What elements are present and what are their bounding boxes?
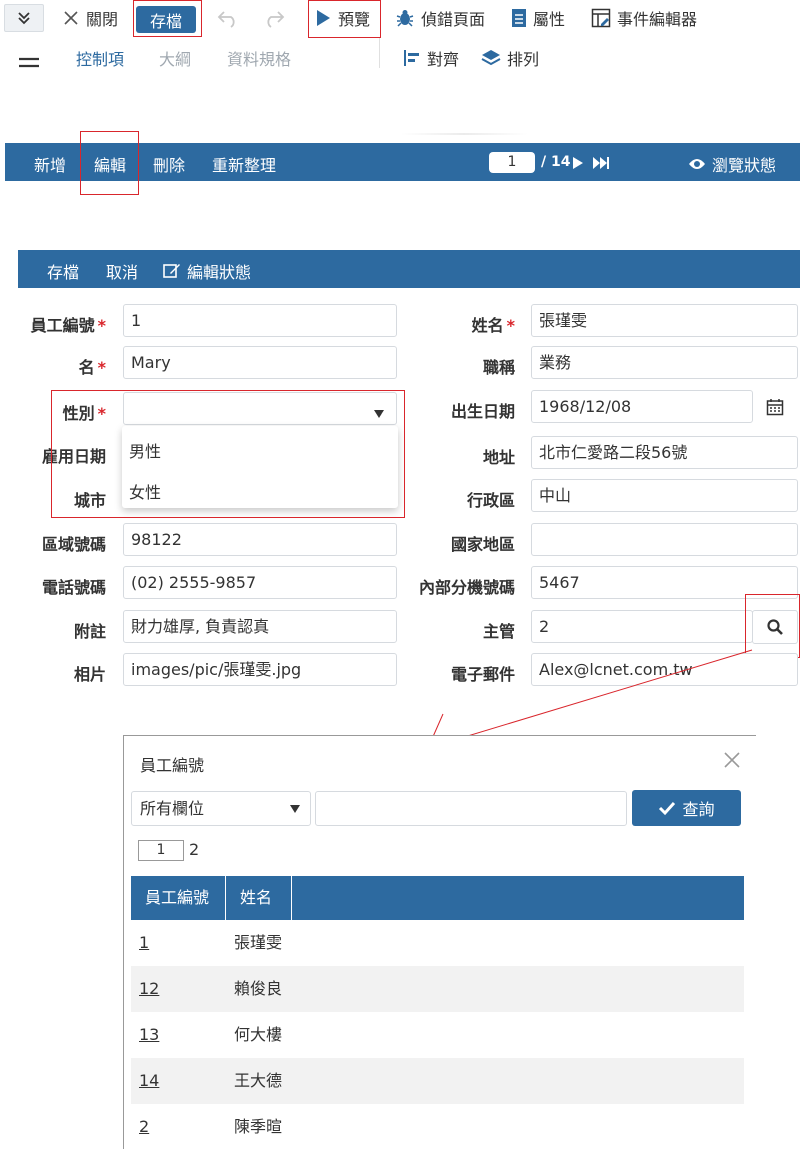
dialog-close-button[interactable] bbox=[722, 750, 744, 772]
row-name: 王大德 bbox=[234, 1071, 283, 1090]
column-header-name[interactable]: 姓名 bbox=[226, 876, 292, 920]
table-row[interactable]: 12 賴俊良 bbox=[131, 966, 744, 1012]
close-icon bbox=[724, 752, 740, 768]
dialog-page-input[interactable]: 1 bbox=[138, 840, 184, 861]
row-emp-id-link[interactable]: 13 bbox=[139, 1012, 159, 1058]
field-select-value: 所有欄位 bbox=[140, 799, 205, 818]
grid-header: 員工編號 姓名 bbox=[131, 876, 744, 920]
row-name: 陳季暄 bbox=[234, 1117, 283, 1136]
dialog-page-total[interactable]: 2 bbox=[189, 840, 199, 859]
field-select[interactable]: 所有欄位 bbox=[131, 791, 311, 826]
dialog-title: 員工編號 bbox=[140, 756, 205, 775]
query-label: 查詢 bbox=[682, 800, 715, 819]
row-emp-id-link[interactable]: 12 bbox=[139, 966, 159, 1012]
query-button[interactable]: 查詢 bbox=[632, 790, 741, 826]
dropdown-arrow-icon bbox=[290, 805, 300, 813]
row-name: 何大樓 bbox=[234, 1025, 283, 1044]
table-row[interactable]: 1 張瑾雯 bbox=[131, 920, 744, 966]
column-header-emp-id[interactable]: 員工編號 bbox=[131, 876, 226, 920]
table-row[interactable]: 14 王大德 bbox=[131, 1058, 744, 1104]
lookup-dialog: 員工編號 所有欄位 查詢 1 2 員工編號 姓名 1 張瑾雯 12 賴俊良 13… bbox=[123, 735, 756, 1149]
row-name: 張瑾雯 bbox=[234, 933, 283, 952]
dialog-search-input[interactable] bbox=[315, 791, 627, 826]
row-emp-id-link[interactable]: 2 bbox=[139, 1104, 149, 1149]
table-row[interactable]: 13 何大樓 bbox=[131, 1012, 744, 1058]
row-emp-id-link[interactable]: 14 bbox=[139, 1058, 159, 1104]
row-emp-id-link[interactable]: 1 bbox=[139, 920, 149, 966]
row-name: 賴俊良 bbox=[234, 979, 283, 998]
check-icon bbox=[659, 801, 676, 816]
table-row[interactable]: 2 陳季暄 bbox=[131, 1104, 744, 1149]
